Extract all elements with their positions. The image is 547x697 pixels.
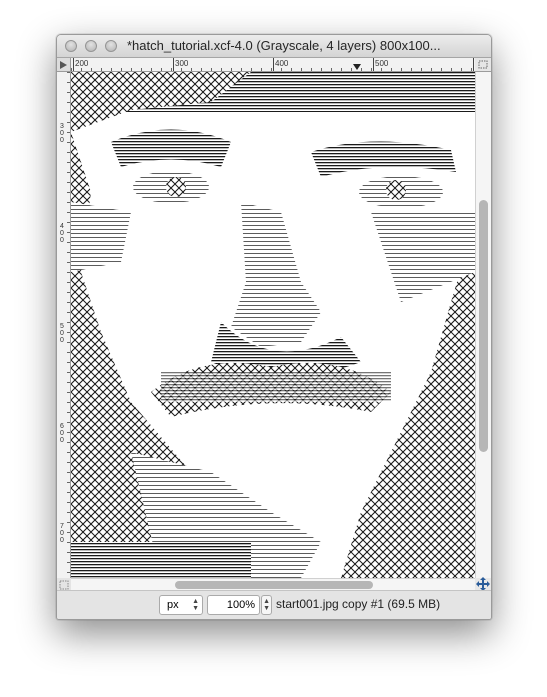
zoom-fit-icon <box>478 60 488 69</box>
stepper-arrows-icon: ▲ ▼ <box>263 598 270 612</box>
vertical-scroll-thumb[interactable] <box>479 200 488 452</box>
quick-mask-toggle[interactable] <box>57 578 71 590</box>
unit-value: px <box>167 599 179 611</box>
zoom-to-fit-button[interactable] <box>475 58 491 72</box>
pointer-position-marker <box>353 64 361 70</box>
horizontal-scrollbar[interactable] <box>71 578 475 590</box>
menu-triangle-icon <box>60 61 67 69</box>
horizontal-scroll-thumb[interactable] <box>175 581 373 589</box>
image-window: *hatch_tutorial.xcf-4.0 (Grayscale, 4 la… <box>56 34 492 620</box>
unit-select[interactable]: px ▲ ▼ <box>159 595 203 615</box>
ruler-label: 400 <box>60 223 64 244</box>
image-menu-button[interactable] <box>57 58 71 72</box>
vertical-ruler[interactable]: 300 400 500 600 700 <box>57 72 71 578</box>
ruler-label: 500 <box>60 323 64 344</box>
status-bar: px ▲ ▼ 100% ▲ ▼ start001.jpg copy #1 (69.5… <box>57 590 491 619</box>
zoom-button[interactable] <box>105 40 117 52</box>
ruler-ticks <box>71 58 475 71</box>
minimize-button[interactable] <box>85 40 97 52</box>
hatched-portrait-image <box>71 72 475 578</box>
window-title: *hatch_tutorial.xcf-4.0 (Grayscale, 4 la… <box>127 38 441 53</box>
close-button[interactable] <box>65 40 77 52</box>
image-canvas[interactable] <box>71 72 475 578</box>
select-arrows-icon: ▲ ▼ <box>192 598 199 612</box>
ruler-label: 700 <box>60 523 64 544</box>
zoom-value: 100% <box>226 599 255 611</box>
title-bar[interactable]: *hatch_tutorial.xcf-4.0 (Grayscale, 4 la… <box>57 35 491 58</box>
horizontal-ruler[interactable]: 200 300 400 500 <box>71 58 475 72</box>
status-info: start001.jpg copy #1 (69.5 MB) <box>276 597 441 611</box>
ruler-label: 300 <box>60 123 64 144</box>
vertical-scrollbar[interactable] <box>475 72 491 578</box>
zoom-input[interactable]: 100% <box>207 595 260 615</box>
ruler-label: 600 <box>60 423 64 444</box>
zoom-stepper[interactable]: ▲ ▼ <box>261 595 272 615</box>
